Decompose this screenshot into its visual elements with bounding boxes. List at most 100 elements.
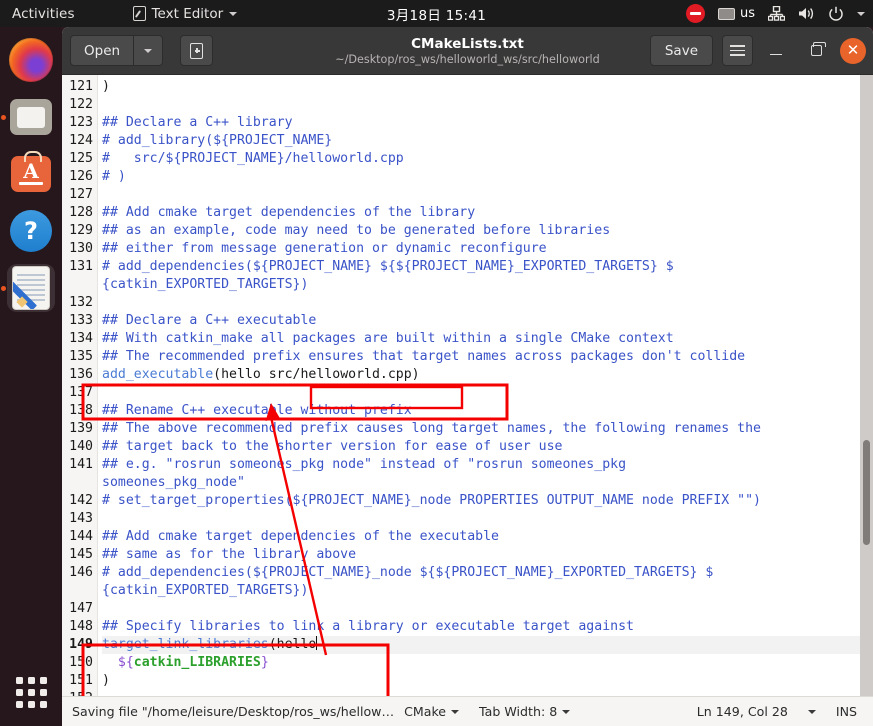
code-line[interactable]: ## Specify libraries to link a library o…: [102, 618, 873, 636]
firefox-icon: [9, 38, 53, 82]
line-number-132: 132: [69, 295, 93, 310]
source-code-view[interactable]: ) ## Declare a C++ library # add_library(…: [98, 75, 873, 696]
line-number-130: 130: [69, 241, 93, 256]
screen-record-icon[interactable]: [685, 4, 705, 23]
dock-item-files[interactable]: [1, 93, 55, 141]
text-editor-document-icon: [13, 267, 49, 309]
software-glyph: A: [23, 159, 39, 183]
line-number-133: 133: [69, 313, 93, 328]
line-number-wrap: [62, 474, 97, 492]
code-line[interactable]: [102, 690, 873, 696]
code-line[interactable]: ## target back to the shorter version fo…: [102, 438, 873, 456]
line-number-136: 136: [69, 367, 93, 382]
new-document-button[interactable]: [180, 35, 214, 66]
tab-width-selector[interactable]: Tab Width: 8: [469, 697, 580, 726]
code-line[interactable]: # add_dependencies(${PROJECT_NAME}_node …: [102, 564, 873, 582]
close-button[interactable]: ✕: [840, 37, 866, 64]
app-menu-button[interactable]: Text Editor: [132, 6, 238, 22]
dock-item-text-editor[interactable]: [1, 264, 55, 312]
chevron-down-icon: [144, 48, 153, 53]
code-line[interactable]: ## same as for the library above: [102, 546, 873, 564]
open-dropdown-button[interactable]: [134, 35, 164, 66]
code-line[interactable]: ## Declare a C++ executable: [102, 312, 873, 330]
language-label: CMake: [404, 704, 447, 719]
code-line[interactable]: ): [102, 78, 873, 96]
activities-button[interactable]: Activities: [12, 6, 75, 22]
code-line[interactable]: ## The above recommended prefix causes l…: [102, 420, 873, 438]
line-number-146: 146: [69, 565, 93, 580]
code-line[interactable]: ## Rename C++ executable without prefix: [102, 402, 873, 420]
code-line[interactable]: ## Declare a C++ library: [102, 114, 873, 132]
code-line[interactable]: # ): [102, 168, 873, 186]
new-document-icon: [190, 42, 204, 59]
cursor-position[interactable]: Ln 149, Col 28: [687, 697, 798, 726]
window-subtitle-path: ~/Desktop/ros_ws/helloworld_ws/src/hello…: [335, 52, 600, 66]
code-line[interactable]: {catkin_EXPORTED_TARGETS}): [102, 582, 873, 600]
code-line[interactable]: ${catkin_LIBRARIES}: [102, 654, 873, 672]
line-number-137: 137: [69, 385, 93, 400]
language-selector[interactable]: CMake: [394, 697, 469, 726]
code-line[interactable]: [102, 510, 873, 528]
scrollbar-thumb[interactable]: [863, 440, 870, 545]
apps-grid-icon: [15, 677, 47, 708]
code-line[interactable]: {catkin_EXPORTED_TARGETS}): [102, 276, 873, 294]
code-line[interactable]: [102, 96, 873, 114]
code-line[interactable]: ## as an example, code may need to be ge…: [102, 222, 873, 240]
code-line[interactable]: ## Add cmake target dependencies of the …: [102, 204, 873, 222]
volume-icon[interactable]: [798, 6, 815, 21]
hamburger-menu-button[interactable]: [722, 35, 753, 66]
system-menu-chevron-down-icon[interactable]: [857, 11, 865, 16]
code-line[interactable]: target_link_libraries(hello: [102, 636, 873, 654]
code-line[interactable]: ## Add cmake target dependencies of the …: [102, 528, 873, 546]
system-tray: us: [685, 4, 865, 23]
network-icon[interactable]: [768, 6, 785, 21]
header-right-controls: Save ✕: [649, 34, 866, 68]
power-icon[interactable]: [828, 6, 844, 22]
chevron-down-icon: [562, 709, 571, 714]
line-number-141: 141: [69, 457, 93, 472]
minimize-button[interactable]: [759, 34, 793, 68]
code-line[interactable]: ## e.g. "rosrun someones_pkg node" inste…: [102, 456, 873, 474]
code-line[interactable]: ## With catkin_make all packages are bui…: [102, 330, 873, 348]
maximize-restore-button[interactable]: [799, 34, 833, 68]
code-line[interactable]: add_executable(hello src/helloworld.cpp): [102, 366, 873, 384]
editor-area[interactable]: 121 122 123 124 125 126 127 128 129 130 131 132 133…: [62, 75, 873, 696]
insert-mode-indicator[interactable]: INS: [826, 697, 873, 726]
save-button[interactable]: Save: [649, 35, 713, 66]
open-button[interactable]: Open: [70, 35, 135, 66]
line-number-131: 131: [69, 259, 93, 274]
keyboard-icon[interactable]: [717, 7, 735, 20]
line-number-142: 142: [69, 493, 93, 508]
code-line[interactable]: ): [102, 672, 873, 690]
dock-item-firefox[interactable]: [7, 36, 55, 84]
dock-item-help[interactable]: ?: [7, 207, 55, 255]
code-line[interactable]: # set_target_properties(${PROJECT_NAME}_…: [102, 492, 873, 510]
running-indicator-files: [1, 114, 6, 120]
code-line[interactable]: [102, 294, 873, 312]
window-header-bar: Open CMakeLists.txt ~/Desktop/ros_ws/hel…: [62, 27, 873, 75]
code-line[interactable]: [102, 186, 873, 204]
code-line[interactable]: someones_pkg_node": [102, 474, 873, 492]
code-line[interactable]: # add_dependencies(${PROJECT_NAME} ${${P…: [102, 258, 873, 276]
position-dropdown[interactable]: [798, 697, 826, 726]
line-number-122: 122: [69, 97, 93, 112]
line-number-127: 127: [69, 187, 93, 202]
tab-width-label: Tab Width: 8: [479, 704, 558, 719]
show-applications-button[interactable]: [0, 677, 62, 708]
line-number-125: 125: [69, 151, 93, 166]
dock-item-ubuntu-software[interactable]: A: [7, 150, 55, 198]
vertical-scrollbar[interactable]: [860, 75, 873, 696]
code-line[interactable]: ## either from message generation or dyn…: [102, 240, 873, 258]
text-editor-window: Open CMakeLists.txt ~/Desktop/ros_ws/hel…: [62, 27, 873, 726]
line-number-134: 134: [69, 331, 93, 346]
running-indicator-text-editor: [1, 285, 6, 291]
code-line[interactable]: # add_library(${PROJECT_NAME}: [102, 132, 873, 150]
line-number-145: 145: [69, 547, 93, 562]
code-line[interactable]: ## The recommended prefix ensures that t…: [102, 348, 873, 366]
ubuntu-software-icon: A: [11, 151, 51, 192]
line-number-128: 128: [69, 205, 93, 220]
code-line[interactable]: [102, 384, 873, 402]
code-line[interactable]: [102, 600, 873, 618]
code-line[interactable]: # src/${PROJECT_NAME}/helloworld.cpp: [102, 150, 873, 168]
files-folder-icon: [10, 99, 52, 135]
